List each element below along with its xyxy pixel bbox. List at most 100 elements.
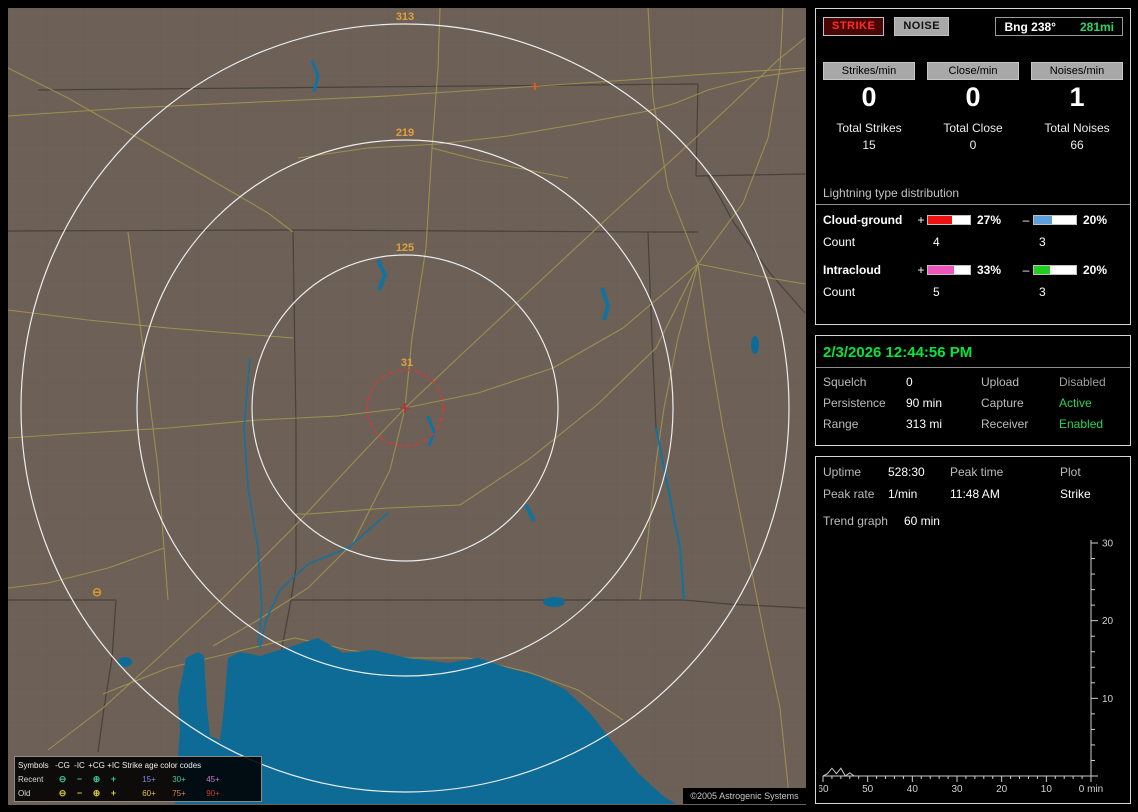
persistence-label: Persistence — [823, 396, 886, 410]
strike-stats-panel: STRIKE NOISE Bng 238° 281mi Strikes/min … — [815, 8, 1131, 325]
ic-minus-percent: 20% — [1083, 263, 1108, 277]
status-row: Squelch 0 Upload Disabled — [823, 375, 1130, 389]
total-strikes-value: 15 — [862, 138, 876, 152]
strikes-per-min-chip: Strikes/min — [823, 62, 915, 80]
svg-text:20: 20 — [996, 784, 1008, 795]
cg-minus-percent: 20% — [1083, 213, 1108, 227]
range-label: Range — [823, 417, 859, 431]
toolbar-row: STRIKE NOISE Bng 238° 281mi — [823, 17, 1123, 36]
total-noises-label: Total Noises — [1044, 121, 1110, 135]
total-noises-value: 66 — [1070, 138, 1084, 152]
legend-col-pcg: +CG — [88, 760, 105, 770]
total-close-label: Total Close — [943, 121, 1003, 135]
age-75: 75+ — [172, 788, 186, 798]
close-per-min-chip: Close/min — [927, 62, 1019, 80]
legend-age-title: Strike age color codes — [122, 760, 202, 770]
noises-per-min-chip: Noises/min — [1031, 62, 1123, 80]
strike-symbol-negative-cg: ⊖ — [91, 585, 103, 599]
legend-col-pic: +IC — [107, 760, 120, 770]
svg-text:50: 50 — [862, 784, 874, 795]
lake — [751, 336, 759, 354]
total-strikes-label: Total Strikes — [836, 121, 902, 135]
cg-minus-count: 3 — [1039, 235, 1046, 249]
age-30: 30+ — [172, 774, 186, 784]
peak-time-label: Peak time — [950, 465, 1004, 479]
squelch-label: Squelch — [823, 375, 867, 389]
age-60: 60+ — [142, 788, 156, 798]
total-close-value: 0 — [969, 138, 977, 152]
capture-status: Active — [1059, 396, 1092, 410]
count-label: Count — [823, 235, 856, 249]
trend-graph-value: 60 min — [903, 514, 940, 528]
legend-row-old: Old — [18, 788, 31, 798]
cg-plus-percent: 27% — [977, 213, 1002, 227]
uptime-value: 528:30 — [888, 465, 925, 479]
cg-plus-bar — [927, 215, 971, 225]
svg-text:0 min: 0 min — [1079, 784, 1103, 795]
range-value: 313 mi — [906, 417, 943, 431]
legend-row-recent: Recent — [18, 774, 44, 784]
distribution-title: Lightning type distribution — [816, 186, 1130, 205]
legend-symbols-title: Symbols — [18, 760, 49, 770]
age-90: 90+ — [206, 788, 220, 798]
capture-label: Capture — [981, 396, 1024, 410]
cloud-ground-label: Cloud-ground — [823, 213, 903, 227]
svg-text:30: 30 — [951, 784, 963, 795]
peak-rate-label: Peak rate — [823, 487, 875, 501]
old-nic-glyph: − — [76, 788, 83, 798]
svg-text:10: 10 — [1041, 784, 1053, 795]
cg-plus-bar-fill — [928, 216, 952, 224]
strikes-per-min-value: 0 — [861, 82, 877, 112]
cg-plus-count: 4 — [933, 235, 940, 249]
intracloud-count-row: Count 5 3 — [823, 285, 1130, 299]
total-labels-row: Total Strikes Total Close Total Noises — [823, 121, 1123, 135]
plus-sign: + — [917, 213, 925, 227]
copyright: ©2005 Astrogenic Systems — [683, 788, 806, 804]
svg-text:10: 10 — [1102, 694, 1114, 705]
range-ring-label: 219 — [396, 127, 414, 139]
old-pcg-glyph: ⊕ — [92, 787, 101, 798]
old-ncg-glyph: ⊖ — [58, 787, 67, 798]
distribution-row-intracloud: Intracloud + 33% – 20% — [823, 263, 1130, 277]
lightning-map[interactable]: 313 219 125 31 + ⊖ Symbols -CG -IC +CG +… — [8, 8, 806, 805]
svg-text:20: 20 — [1102, 616, 1114, 627]
bearing-value: Bng 238° — [1004, 19, 1056, 34]
age-15: 15+ — [142, 774, 156, 784]
status-panel: 2/3/2026 12:44:56 PM Squelch 0 Upload Di… — [815, 335, 1131, 446]
recent-pic-glyph: + — [110, 774, 117, 784]
strike-button[interactable]: STRIKE — [823, 17, 885, 36]
close-per-min-value: 0 — [965, 82, 981, 112]
trend-trace — [822, 767, 1091, 777]
trend-chart: 30 20 10 60 50 40 30 20 10 0 min — [819, 539, 1114, 796]
svg-text:30: 30 — [1102, 539, 1114, 550]
recent-nic-glyph: − — [76, 774, 83, 784]
minus-sign: – — [1022, 263, 1030, 277]
plot-label: Plot — [1060, 465, 1081, 479]
recent-pcg-glyph: ⊕ — [92, 773, 101, 784]
recent-ncg-glyph: ⊖ — [58, 773, 67, 784]
trend-graph-row: Trend graph 60 min — [823, 514, 1130, 528]
svg-text:40: 40 — [907, 784, 919, 795]
age-45: 45+ — [206, 774, 220, 784]
plot-value: Strike — [1060, 487, 1091, 501]
squelch-value: 0 — [906, 375, 913, 389]
distribution-row-cloud-ground: Cloud-ground + 27% – 20% — [823, 213, 1130, 227]
legend-col-ncg: -CG — [55, 760, 70, 770]
cloud-ground-count-row: Count 4 3 — [823, 235, 1130, 249]
bearing-range-value: 281mi — [1079, 19, 1114, 34]
svg-text:60: 60 — [819, 784, 829, 795]
count-label: Count — [823, 285, 856, 299]
peak-time-value: 11:48 AM — [950, 487, 1000, 501]
trend-panel: Uptime 528:30 Peak time Plot Peak rate 1… — [815, 456, 1131, 804]
intracloud-label: Intracloud — [823, 263, 882, 277]
ic-plus-bar — [927, 265, 971, 275]
rate-headers-row: Strikes/min Close/min Noises/min — [823, 62, 1123, 80]
noise-button[interactable]: NOISE — [894, 17, 950, 36]
trend-graph-label: Trend graph — [823, 514, 888, 528]
map-legend: Symbols -CG -IC +CG +IC Strike age color… — [14, 756, 262, 802]
ic-plus-percent: 33% — [977, 263, 1002, 277]
strike-symbol-positive-cg: + — [530, 78, 540, 94]
lake — [543, 597, 565, 607]
receiver-label: Receiver — [981, 417, 1029, 431]
ic-minus-count: 3 — [1039, 285, 1046, 299]
